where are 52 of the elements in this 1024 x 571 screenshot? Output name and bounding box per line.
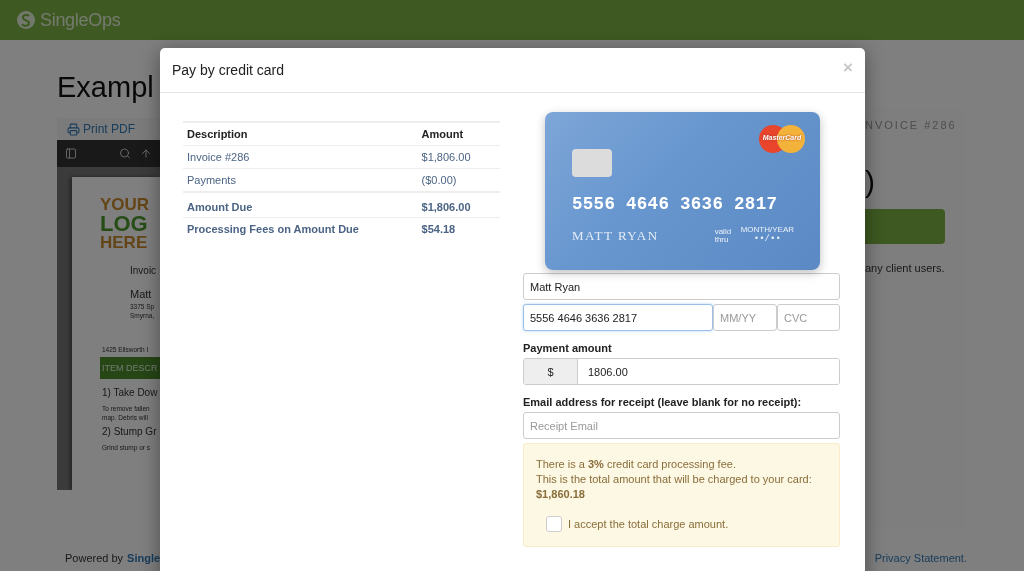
table-cell: $54.18 — [417, 217, 500, 240]
name-field[interactable]: Matt Ryan — [523, 273, 840, 300]
cvc-field[interactable]: CVC — [777, 304, 840, 331]
table-cell: $1,806.00 — [417, 145, 500, 169]
table-cell: Invoice #286 — [183, 145, 418, 169]
table-cell: ($0.00) — [417, 168, 500, 192]
footer-text: Powered by — [65, 552, 124, 564]
dialog-title: Pay by credit card — [172, 62, 285, 78]
column-header: Description — [183, 122, 418, 146]
app-logo: SingleOps — [40, 9, 121, 31]
card-holder: MATT RYAN — [572, 228, 659, 244]
table-cell: $1,806.00 — [417, 191, 500, 217]
document-text: Matt — [130, 288, 153, 300]
close-button[interactable]: × — [843, 58, 853, 78]
field-label: Payment amount — [523, 342, 613, 354]
card-number-field[interactable]: 5556 4646 3636 2817 — [523, 304, 713, 331]
footer-link[interactable]: Single — [127, 552, 161, 564]
amount-fragment: ) — [865, 167, 876, 197]
document-text: 1) Take Dow — [102, 387, 159, 398]
card-expiry: ••/•• — [753, 234, 781, 244]
checkbox-label: I accept the total charge amount. — [568, 516, 729, 532]
privacy-link[interactable]: Privacy Statement. — [874, 552, 967, 564]
logo-icon — [16, 10, 36, 30]
logo-placeholder-text: LOG — [100, 213, 149, 235]
email-field[interactable]: Receipt Email — [523, 412, 840, 439]
notice-text: This is the total amount that will be charged to your card: — [536, 472, 813, 487]
field-label: Email address for receipt (leave blank for no receipt): — [523, 396, 803, 408]
currency-addon: $ — [524, 359, 578, 384]
column-header: Amount — [417, 122, 500, 146]
document-text: Invoic — [130, 265, 158, 276]
search-icon[interactable] — [119, 147, 131, 160]
section-header-bar: ITEM DESCR — [100, 357, 160, 379]
amount-field[interactable]: $ 1806.00 — [523, 358, 840, 385]
note-text: any client users. — [865, 262, 946, 274]
table-cell: Processing Fees on Amount Due — [183, 217, 418, 240]
printer-icon — [67, 122, 80, 136]
table-cell: Payments — [183, 168, 418, 192]
document-text: 2) Stump Gr — [102, 426, 158, 437]
card-number: 5556 4646 3636 2817 — [572, 194, 779, 214]
arrow-up-icon[interactable] — [140, 147, 152, 160]
chip-icon — [572, 149, 612, 177]
page-title: Exampl — [57, 70, 155, 105]
valid-label: valid thru — [714, 228, 733, 244]
logo-placeholder-text: YOUR — [100, 197, 151, 213]
expiry-field[interactable]: MM/YY — [713, 304, 777, 331]
sidebar-toggle-icon[interactable] — [65, 147, 77, 160]
expiry-label: MONTH/YEAR — [740, 226, 794, 234]
table-cell: Amount Due — [183, 191, 418, 217]
accept-checkbox[interactable] — [546, 516, 562, 532]
total-charge: $1,860.18 — [536, 487, 586, 502]
notice-text: There is a 3% credit card processing fee. — [536, 457, 737, 472]
logo-placeholder-text: HERE — [100, 235, 149, 251]
